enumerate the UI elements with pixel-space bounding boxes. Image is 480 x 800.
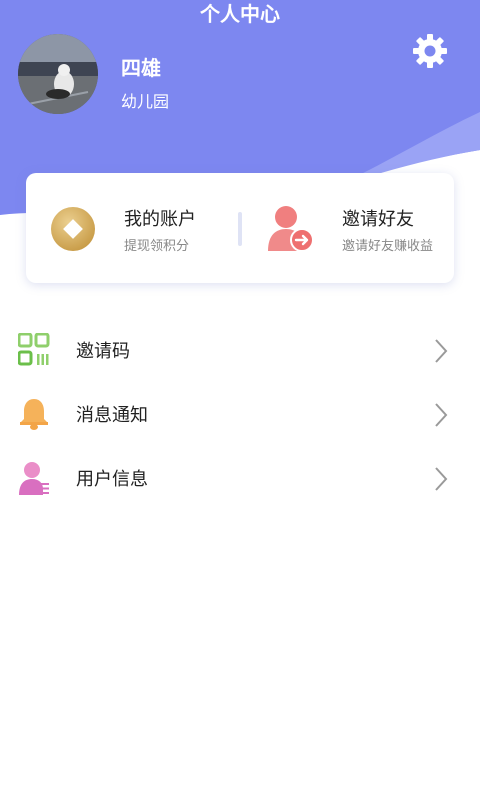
user-info-icon (19, 462, 49, 495)
qr-code-icon (18, 333, 50, 366)
person-arrow-icon (268, 206, 314, 252)
my-account-title: 我的账户 (124, 209, 196, 230)
my-account-entry[interactable]: 我的账户 提现领积分 (26, 173, 240, 283)
invite-friends-subtitle: 邀请好友赚收益 (342, 239, 434, 254)
my-account-subtitle: 提现领积分 (124, 239, 190, 254)
invite-friends-title: 邀请好友 (342, 209, 414, 230)
menu-item-invite-code[interactable]: 邀请码 (0, 318, 480, 382)
menu-item-notifications[interactable]: 消息通知 (0, 382, 480, 446)
chevron-right-icon (435, 403, 448, 427)
menu-label: 消息通知 (76, 405, 148, 426)
menu-label: 邀请码 (76, 341, 130, 362)
chevron-right-icon (435, 467, 448, 491)
settings-menu: 邀请码 消息通知 用户信息 (0, 318, 480, 510)
user-name: 四雄 (121, 56, 161, 80)
user-organization: 幼儿园 (121, 92, 170, 111)
invite-friends-entry[interactable]: 邀请好友 邀请好友赚收益 (240, 173, 454, 283)
summary-card: 我的账户 提现领积分 邀请好友 邀请好友赚收益 (26, 173, 454, 283)
chevron-right-icon (435, 339, 448, 363)
coin-icon (51, 207, 95, 251)
avatar[interactable] (18, 34, 98, 114)
page-title: 个人中心 (200, 2, 280, 26)
menu-item-user-info[interactable]: 用户信息 (0, 446, 480, 510)
menu-label: 用户信息 (76, 469, 148, 490)
gear-icon[interactable] (411, 32, 449, 70)
bell-icon (20, 399, 48, 430)
